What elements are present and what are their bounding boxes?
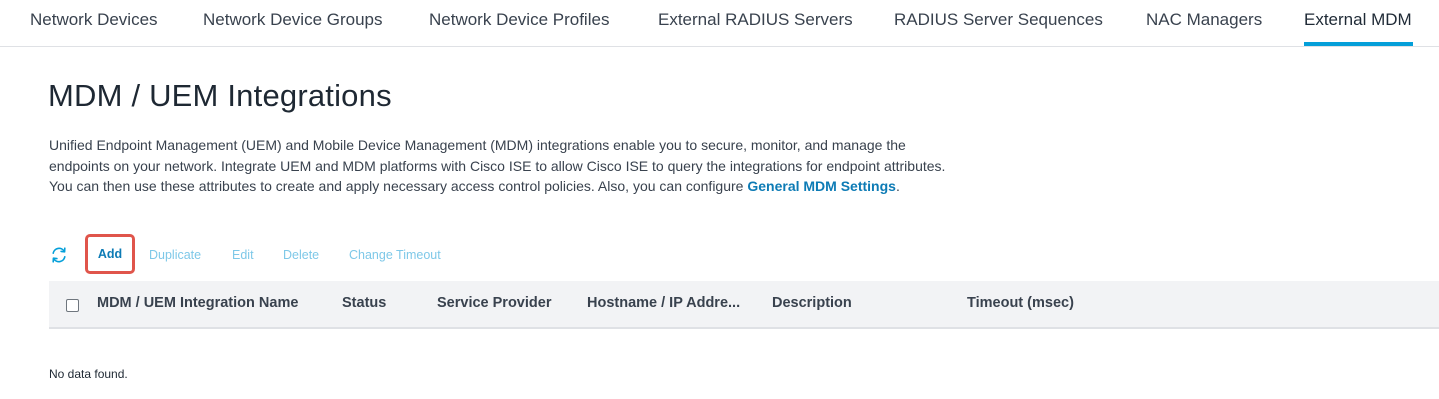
edit-button[interactable]: Edit	[232, 246, 254, 264]
table-header: MDM / UEM Integration Name Status Servic…	[49, 281, 1439, 329]
add-button[interactable]: Add	[85, 234, 135, 274]
tab-bar: Network Devices Network Device Groups Ne…	[0, 0, 1439, 47]
refresh-icon[interactable]	[50, 246, 68, 264]
change-timeout-button[interactable]: Change Timeout	[349, 246, 441, 264]
tab-external-radius-servers[interactable]: External RADIUS Servers	[658, 0, 853, 46]
page-description: Unified Endpoint Management (UEM) and Mo…	[49, 135, 949, 197]
tab-network-device-groups[interactable]: Network Device Groups	[203, 0, 383, 46]
column-header-timeout[interactable]: Timeout (msec)	[967, 295, 1074, 311]
delete-button[interactable]: Delete	[283, 246, 319, 264]
tab-nac-managers[interactable]: NAC Managers	[1146, 0, 1262, 46]
column-header-integration-name[interactable]: MDM / UEM Integration Name	[97, 295, 298, 311]
column-header-status[interactable]: Status	[342, 295, 386, 311]
description-end: .	[895, 178, 900, 194]
tab-network-devices[interactable]: Network Devices	[30, 0, 158, 46]
general-mdm-settings-link[interactable]: General MDM Settings	[747, 178, 896, 194]
tab-external-mdm[interactable]: External MDM	[1304, 0, 1413, 46]
tab-radius-server-sequences[interactable]: RADIUS Server Sequences	[894, 0, 1103, 46]
column-header-service-provider[interactable]: Service Provider	[437, 295, 551, 311]
tab-network-device-profiles[interactable]: Network Device Profiles	[429, 0, 609, 46]
column-header-hostname[interactable]: Hostname / IP Addre...	[587, 295, 740, 311]
page-title: MDM / UEM Integrations	[48, 78, 392, 113]
select-all-checkbox[interactable]	[66, 299, 79, 312]
column-header-description[interactable]: Description	[772, 295, 852, 311]
duplicate-button[interactable]: Duplicate	[149, 246, 201, 264]
empty-table-message: No data found.	[49, 367, 128, 381]
